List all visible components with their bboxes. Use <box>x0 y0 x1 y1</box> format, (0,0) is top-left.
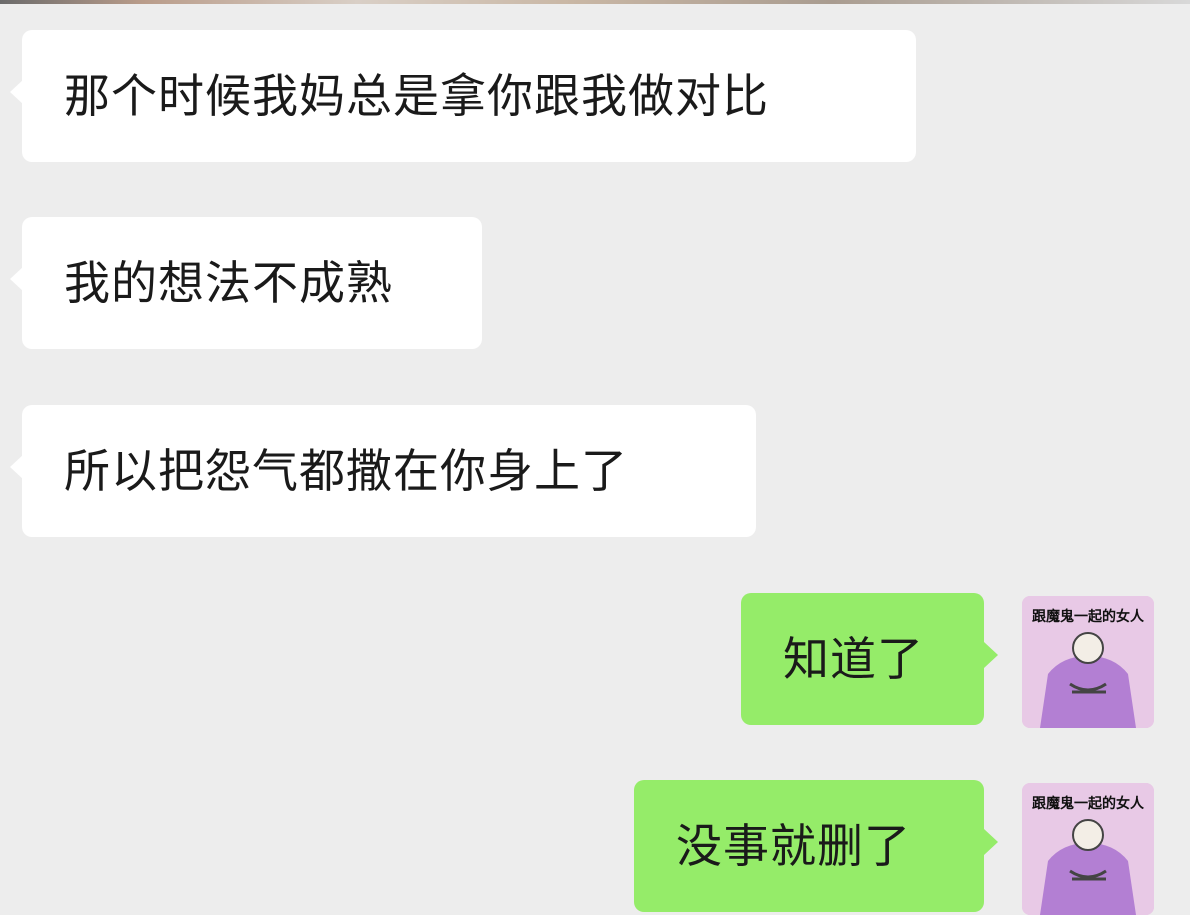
bubble-tail <box>984 642 998 668</box>
message-bubble[interactable]: 所以把怨气都撒在你身上了 <box>22 405 756 537</box>
bubble-tail <box>984 829 998 855</box>
message-text: 所以把怨气都撒在你身上了 <box>64 444 628 498</box>
message-text: 那个时候我妈总是拿你跟我做对比 <box>64 69 769 123</box>
message-text: 知道了 <box>783 632 924 686</box>
avatar[interactable]: 跟魔鬼一起的女人 <box>1022 596 1154 728</box>
message-text: 没事就删了 <box>676 819 911 873</box>
avatar-caption: 跟魔鬼一起的女人 <box>1032 609 1144 625</box>
message-bubble[interactable]: 那个时候我妈总是拿你跟我做对比 <box>22 30 916 162</box>
message-bubble[interactable]: 我的想法不成熟 <box>22 217 482 349</box>
message-bubble[interactable]: 没事就删了 <box>634 780 984 912</box>
message-bubble[interactable]: 知道了 <box>741 593 984 725</box>
avatar[interactable]: 跟魔鬼一起的女人 <box>1022 783 1154 915</box>
chat-message-list[interactable]: 那个时候我妈总是拿你跟我做对比 我的想法不成熟 所以把怨气都撒在你身上了 知道了 <box>0 4 1190 915</box>
avatar-caption: 跟魔鬼一起的女人 <box>1032 796 1144 812</box>
message-text: 我的想法不成熟 <box>64 256 393 310</box>
